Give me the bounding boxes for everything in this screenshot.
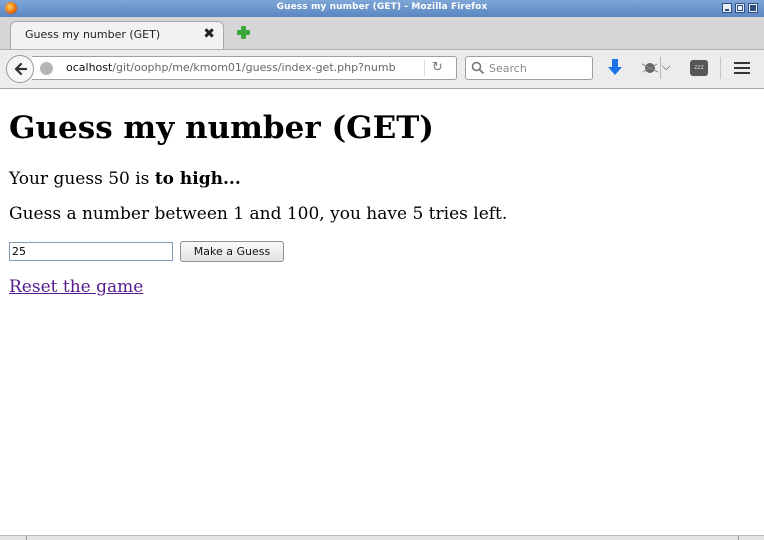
window-bottom-edge: [0, 535, 764, 540]
guess-result-prefix: Your guess 50 is: [9, 169, 155, 189]
minimize-button[interactable]: [722, 3, 732, 13]
toolbar-separator: [660, 57, 661, 79]
back-button[interactable]: [6, 55, 34, 83]
url-text[interactable]: ocalhost/git/oophp/me/kmom01/guess/index…: [66, 61, 400, 74]
chevron-down-icon[interactable]: ⌵: [662, 60, 670, 74]
url-path: /git/oophp/me/kmom01/guess/index-get.php…: [112, 61, 396, 74]
reload-icon[interactable]: ↻: [432, 60, 443, 75]
page-content: Guess my number (GET) Your guess 50 is t…: [0, 89, 764, 537]
extension-icon[interactable]: [641, 59, 659, 77]
close-window-button[interactable]: [748, 3, 758, 13]
search-box[interactable]: Search: [465, 56, 593, 80]
globe-icon: [40, 62, 53, 75]
url-divider: [424, 60, 425, 76]
url-bar[interactable]: ocalhost/git/oophp/me/kmom01/guess/index…: [32, 56, 457, 80]
page-title: Guess my number (GET): [9, 110, 434, 146]
url-host: ocalhost: [66, 61, 113, 74]
tab-close-icon[interactable]: ✖: [203, 26, 215, 42]
guess-input[interactable]: [9, 242, 173, 261]
guess-result: Your guess 50 is to high...: [9, 169, 241, 189]
download-icon[interactable]: [606, 58, 624, 78]
tab-guess-my-number[interactable]: Guess my number (GET) ✖: [10, 21, 224, 49]
search-icon: [471, 61, 485, 75]
toolbar-separator-2: [720, 57, 721, 79]
hamburger-menu-icon[interactable]: [734, 62, 750, 76]
navigation-toolbar: ocalhost/git/oophp/me/kmom01/guess/index…: [0, 50, 764, 89]
tab-label: Guess my number (GET): [25, 28, 161, 41]
window-title: Guess my number (GET) - Mozilla Firefox: [276, 2, 488, 12]
window-titlebar: Guess my number (GET) - Mozilla Firefox: [0, 0, 764, 17]
guess-result-verdict: to high...: [154, 169, 241, 189]
maximize-button[interactable]: [735, 3, 745, 13]
tab-strip: Guess my number (GET) ✖: [0, 17, 764, 50]
instructions: Guess a number between 1 and 100, you ha…: [9, 204, 508, 224]
search-placeholder: Search: [489, 62, 527, 75]
zzz-icon[interactable]: zzz: [690, 60, 708, 76]
reset-game-link[interactable]: Reset the game: [9, 277, 143, 297]
new-tab-icon[interactable]: [236, 25, 252, 41]
back-arrow-icon: [14, 62, 27, 76]
make-guess-button[interactable]: Make a Guess: [180, 241, 284, 262]
